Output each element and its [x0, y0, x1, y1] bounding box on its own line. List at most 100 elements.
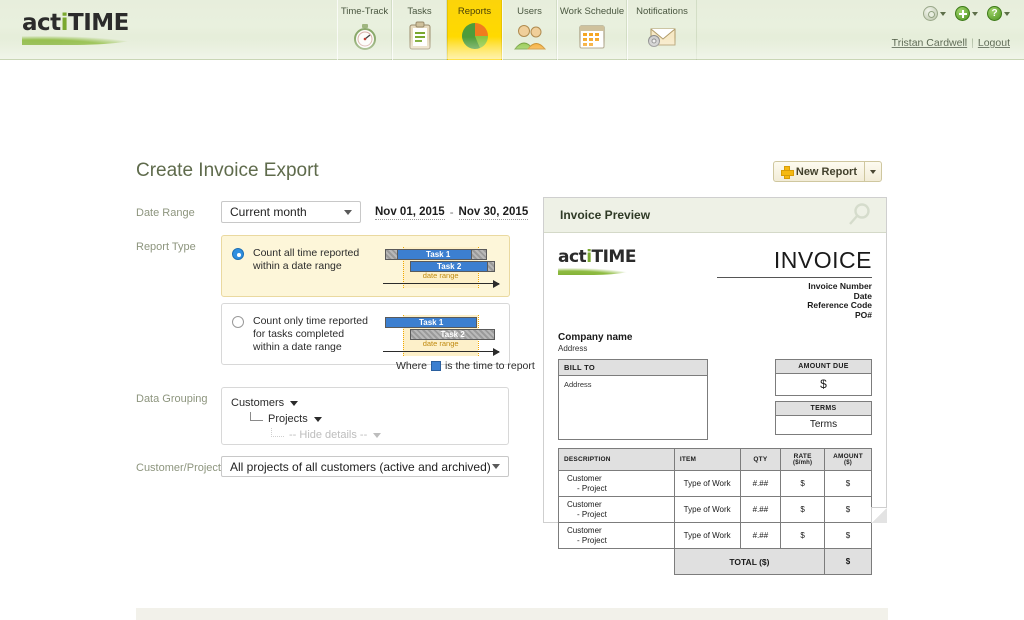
column-header-item: ITEM	[673, 448, 741, 471]
cell-item: Type of Work	[673, 496, 741, 523]
report-type-label: Report Type	[136, 241, 196, 253]
invoice-top: actiTIME INVOICE Invoice Number Date Ref…	[558, 247, 872, 320]
nav-tab-work-schedule[interactable]: Work Schedule	[557, 0, 627, 60]
invoice-right-column: AMOUNT DUE $ TERMS Terms	[775, 359, 872, 440]
report-type-option-text: Count all time reported within a date ra…	[253, 247, 360, 272]
report-type-diagram-2: Task 1 Task 2 date range	[375, 315, 501, 361]
report-type-option-all-time[interactable]: Count all time reported within a date ra…	[221, 235, 510, 297]
cell-amount: $	[824, 496, 872, 523]
cell-amount: $	[824, 470, 872, 497]
radio-button-unselected[interactable]	[232, 316, 244, 328]
invoice-company-block: Company name Address	[558, 332, 872, 353]
invoice-preview-title: Invoice Preview	[560, 208, 651, 222]
app-header: actiTIME Time-Track Tasks Reports Report…	[0, 0, 1024, 81]
cell-qty: #.##	[739, 496, 782, 523]
invoice-preview-header: Invoice Preview	[544, 198, 886, 233]
new-report-dropdown-button[interactable]	[864, 162, 881, 181]
customer-project-select[interactable]: All projects of all customers (active an…	[221, 456, 509, 477]
report-type-option-inner: Count all time reported within a date ra…	[222, 236, 509, 293]
help-menu-button[interactable]: ?	[987, 6, 1010, 21]
new-report-button[interactable]: New Report	[772, 161, 882, 182]
user-area: ? Tristan Cardwell | Logout	[892, 6, 1010, 49]
bill-to-block: BILL TO Address	[558, 359, 708, 440]
table-row: Customer - Project Type of Work #.## $ $	[558, 470, 872, 497]
report-type-option-inner: Count only time reported for tasks compl…	[222, 304, 509, 361]
chevron-down-icon	[940, 11, 946, 16]
chevron-down-icon	[1004, 11, 1010, 16]
legend-color-swatch	[430, 361, 441, 371]
bill-to-body: Address	[564, 380, 592, 389]
radio-button-selected[interactable]	[232, 248, 244, 260]
column-header-description: DESCRIPTION	[558, 448, 675, 471]
users-icon	[510, 20, 550, 52]
invoice-logo-swoosh	[558, 268, 636, 275]
header-icon-buttons: ?	[892, 6, 1010, 21]
pie-chart-icon	[455, 20, 495, 52]
nav-tab-label: Users	[517, 6, 542, 17]
terms-block: TERMS Terms	[775, 401, 872, 435]
chevron-down-icon	[373, 432, 382, 438]
report-type-diagram-1: Task 1 Task 2 date range	[375, 247, 501, 293]
cell-description: Customer - Project	[558, 496, 675, 523]
invoice-meta-lines: Invoice Number Date Reference Code PO#	[717, 281, 872, 320]
app-logo: actiTIME	[22, 12, 142, 45]
total-label: TOTAL ($)	[673, 548, 826, 575]
report-type-option-completed[interactable]: Count only time reported for tasks compl…	[221, 303, 510, 365]
invoice-logo: actiTIME	[558, 247, 636, 275]
chevron-down-icon	[290, 400, 299, 406]
customer-project-selected-value: All projects of all customers (active an…	[230, 459, 491, 474]
date-range-selected-value: Current month	[230, 205, 307, 219]
grouping-level-3[interactable]: -- Hide details --	[231, 427, 508, 443]
logo-swoosh	[22, 36, 142, 45]
invoice-meta-line: PO#	[854, 309, 872, 320]
cell-amount: $	[824, 522, 872, 549]
grouping-level-1[interactable]: Customers	[231, 395, 508, 411]
nav-tab-label: Time-Track	[340, 6, 389, 17]
amount-due-block: AMOUNT DUE $	[775, 359, 872, 396]
date-dash: -	[449, 207, 454, 219]
end-date-field[interactable]: Nov 30, 2015	[458, 206, 529, 220]
nav-tab-users[interactable]: Users	[502, 0, 557, 60]
user-name-link[interactable]: Tristan Cardwell	[892, 37, 967, 49]
cell-blank	[559, 549, 675, 575]
start-date-field[interactable]: Nov 01, 2015	[375, 206, 445, 220]
grouping-level-1-label: Customers	[231, 397, 285, 409]
page-fold-corner	[871, 507, 887, 523]
cell-qty: #.##	[739, 522, 782, 549]
nav-tab-label: Notifications	[636, 6, 688, 17]
invoice-preview-panel: Invoice Preview actiTIME INVOICE Invoice…	[543, 197, 887, 575]
date-range-label: Date Range	[136, 207, 195, 219]
report-type-option-text: Count only time reported for tasks compl…	[253, 315, 368, 353]
main-navigation: Time-Track Tasks Reports Reports Dashboa…	[337, 0, 697, 81]
clipboard-icon	[400, 20, 440, 52]
chevron-down-icon	[870, 169, 876, 174]
nav-tab-notifications[interactable]: Notifications	[627, 0, 697, 60]
cell-qty: #.##	[739, 470, 782, 497]
nav-tab-time-track[interactable]: Time-Track	[337, 0, 392, 60]
plus-icon	[955, 6, 970, 21]
date-range-select[interactable]: Current month	[221, 201, 361, 223]
cell-item: Type of Work	[673, 470, 741, 497]
nav-tab-label: Reports	[457, 6, 492, 17]
nav-tab-label: Work Schedule	[559, 6, 625, 17]
cell-description: Customer - Project	[558, 470, 675, 497]
logout-link[interactable]: Logout	[978, 37, 1010, 49]
user-links: Tristan Cardwell | Logout	[892, 37, 1010, 49]
invoice-title-block: INVOICE Invoice Number Date Reference Co…	[717, 247, 872, 320]
nav-tab-reports[interactable]: Reports Reports Dashboard	[423, 0, 528, 81]
column-header-rate: RATE ($/mh)	[780, 448, 826, 471]
bill-to-header: BILL TO	[559, 360, 707, 376]
chevron-down-icon	[344, 209, 352, 215]
cell-rate: $	[780, 496, 826, 523]
invoice-company-name: Company name	[558, 332, 633, 343]
magnifier-icon[interactable]	[846, 202, 872, 228]
nav-tab-tasks[interactable]: Tasks	[392, 0, 447, 60]
logo-wordmark: actiTIME	[22, 10, 129, 36]
cell-description: Customer - Project	[558, 522, 675, 549]
tree-elbow-icon	[271, 427, 284, 437]
invoice-company-address: Address	[558, 344, 588, 353]
grouping-level-2[interactable]: Projects	[231, 411, 508, 427]
invoice-preview-body: actiTIME INVOICE Invoice Number Date Ref…	[544, 233, 886, 575]
add-menu-button[interactable]	[955, 6, 978, 21]
settings-menu-button[interactable]	[923, 6, 946, 21]
